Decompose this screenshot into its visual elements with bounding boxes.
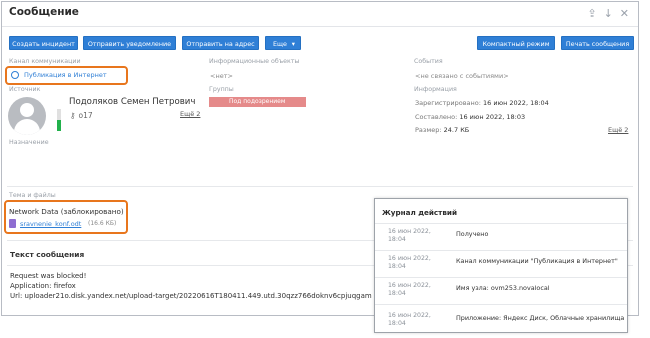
info-objects-value: <нет> (210, 72, 233, 80)
more-dropdown-button[interactable]: Еще ▾ (265, 36, 301, 50)
log-entry-text: Получено (456, 230, 489, 238)
source-key: ⚷ о17 (70, 111, 93, 120)
more-label: Еще (273, 40, 287, 48)
source-label: Источник (9, 86, 41, 93)
log-divider (375, 223, 627, 224)
composed-label: Составлено: (415, 113, 458, 121)
globe-icon (11, 71, 19, 79)
channel-value: Публикация в Интернет (24, 71, 107, 79)
avatar (8, 97, 46, 135)
title-divider (2, 26, 638, 27)
registered-value: 16 июн 2022, 18:04 (483, 99, 549, 107)
send-notification-button[interactable]: Отправить уведомление (83, 36, 176, 50)
log-entry-date: 16 июн 2022, 18:04 (388, 255, 431, 270)
key-icon: ⚷ (70, 111, 76, 120)
source-key-value: о17 (78, 111, 93, 120)
message-line-2: Application: firefox (10, 282, 76, 290)
export-icon[interactable]: ⇪ (587, 7, 596, 20)
print-message-button[interactable]: Печать сообщения (561, 36, 634, 50)
close-icon[interactable]: ✕ (620, 7, 629, 20)
message-heading: Текст сообщения (10, 250, 85, 259)
log-entry-date: 16 июн 2022, 18:04 (388, 282, 431, 297)
document-icon (9, 219, 16, 228)
info-label: Информация (414, 86, 457, 93)
send-to-address-button[interactable]: Отправить на адрес (182, 36, 259, 50)
composed-value: 16 июн 2022, 18:03 (459, 113, 526, 121)
risk-level-bar (57, 109, 61, 131)
events-label: События (414, 58, 443, 65)
window-controls: ⇪ ↓ ✕ (587, 7, 629, 20)
log-entry-date: 16 июн 2022, 18:04 (388, 228, 431, 243)
action-log-panel: Журнал действий 16 июн 2022, 18:04 Получ… (374, 198, 628, 333)
message-line-3: Url: uploader21o.disk.yandex.net/upload-… (10, 292, 372, 300)
size-label: Размер: (415, 126, 442, 134)
channel-label: Канал коммуникации (9, 58, 81, 65)
source-more-link[interactable]: Ещё 2 (180, 110, 200, 118)
info-objects-label: Информационные объекты (209, 58, 300, 65)
info-more-link[interactable]: Ещё 2 (608, 126, 628, 134)
file-size: (16.6 КБ) (88, 220, 117, 227)
create-incident-button[interactable]: Создать инцидент (9, 36, 78, 50)
log-divider (375, 304, 627, 305)
chevron-down-icon: ▾ (291, 40, 295, 48)
log-divider (375, 250, 627, 251)
section-divider (7, 186, 633, 187)
file-link[interactable]: sravnenie_konf.odt (20, 220, 81, 228)
attachments-label: Тема и файлы (9, 192, 56, 199)
size-row: Размер: 24.7 КБ (415, 126, 469, 134)
compact-mode-button[interactable]: Компактный режим (477, 36, 555, 50)
arrow-down-icon[interactable]: ↓ (604, 7, 613, 20)
subject-text: Network Data (заблокировано) (9, 207, 124, 216)
channel-link[interactable]: Публикация в Интернет (11, 71, 107, 79)
window-title: Сообщение (9, 6, 79, 18)
status-badge: Под подозрением (209, 97, 306, 107)
log-entry-text: Приложение: Яндекс Диск, Облачные хранил… (456, 314, 625, 322)
size-value: 24.7 КБ (443, 126, 470, 134)
log-entry-date: 16 июн 2022, 18:04 (388, 312, 431, 327)
events-value: <не связано с событиями> (415, 72, 509, 80)
registered-row: Зарегистрировано: 16 июн 2022, 18:04 (415, 99, 549, 107)
attachments-highlight (4, 200, 128, 234)
action-log-title: Журнал действий (382, 208, 457, 217)
log-entry-text: Имя узла: ovm253.novalocal (456, 284, 550, 292)
message-line-1: Request was blocked! (10, 272, 87, 280)
source-name[interactable]: Подоляков Семен Петрович (69, 97, 195, 107)
groups-label: Группы (209, 86, 234, 93)
log-entry-text: Канал коммуникации "Публикация в Интерне… (456, 257, 618, 265)
log-divider (375, 277, 627, 278)
composed-row: Составлено: 16 июн 2022, 18:03 (415, 113, 525, 121)
registered-label: Зарегистрировано: (415, 99, 481, 107)
purpose-label: Назначение (9, 139, 49, 146)
